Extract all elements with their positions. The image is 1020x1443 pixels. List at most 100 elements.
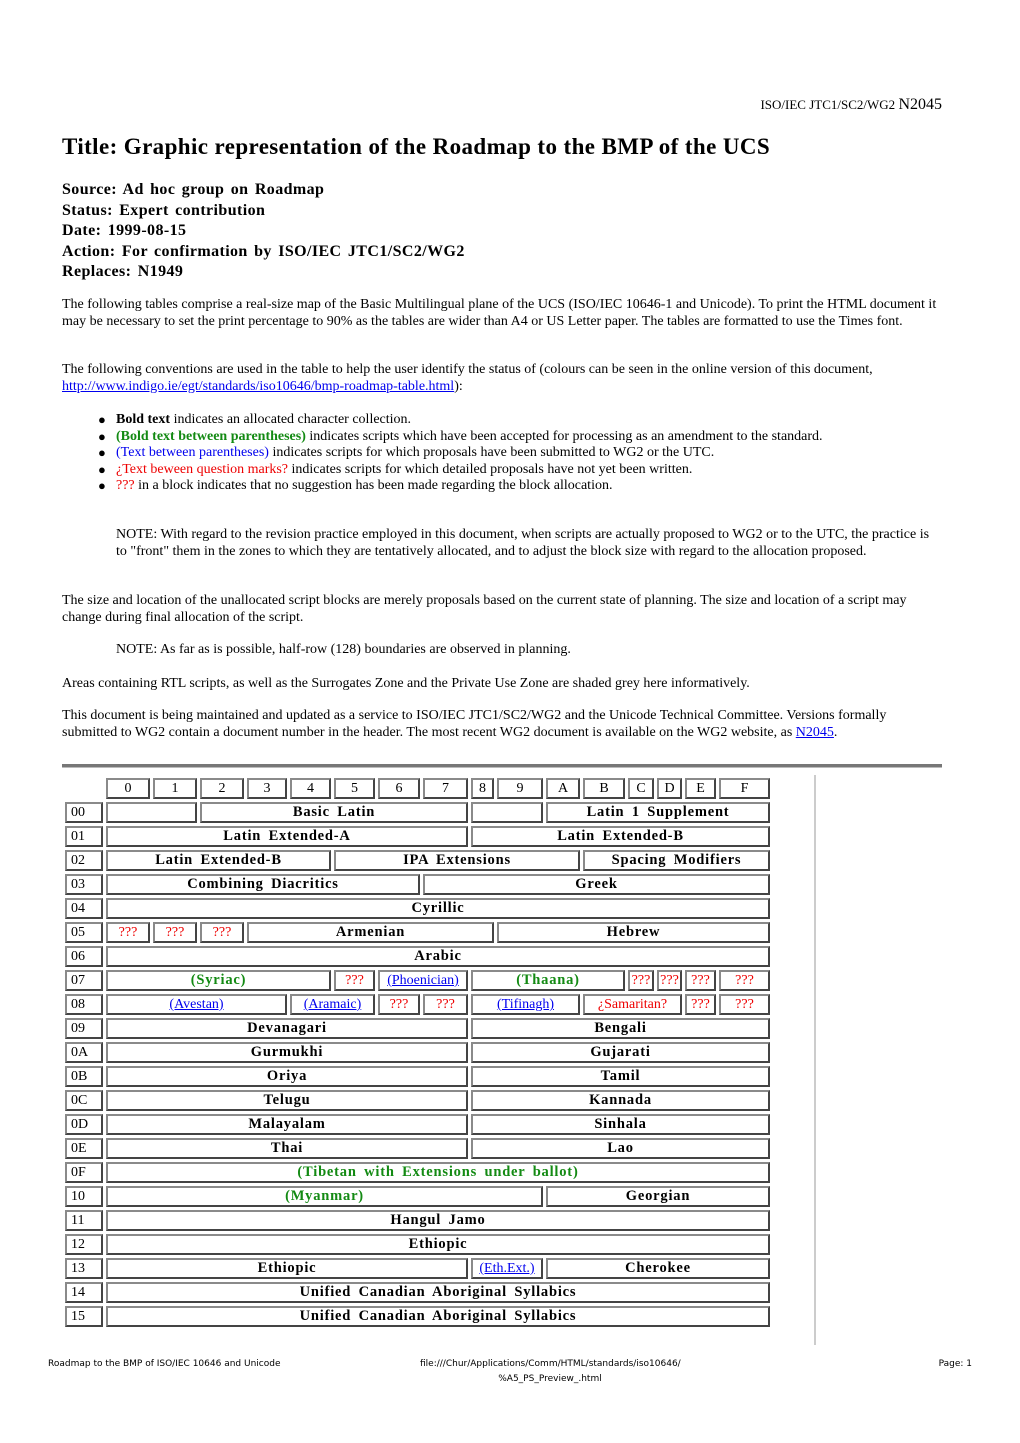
script-block-cell: (Eth.Ext.) (471, 1258, 543, 1279)
script-proposal-link[interactable]: (Aramaic) (304, 997, 362, 1012)
script-block-label: Sinhala (594, 1116, 647, 1132)
bullet-icon: ● (98, 445, 106, 460)
script-block-cell: Gujarati (471, 1042, 770, 1063)
script-block-label: Latin Extended-B (557, 828, 684, 844)
script-block-cell: (Syriac) (106, 970, 331, 991)
table-row: 0B Oriya Tamil (65, 1066, 770, 1087)
roadmap-table-container: 0 1 2 3 4 5 6 7 8 9 A B C D E F 00 Basic Latin Latin 1 Sup… (64, 775, 816, 1345)
script-block-cell (471, 802, 543, 823)
script-block-cell: ??? (423, 994, 468, 1015)
convention-item: ● (Text between parentheses) indicates sc… (62, 445, 942, 462)
script-proposal-link[interactable]: (Avestan) (169, 997, 223, 1012)
script-block-label: Oriya (266, 1068, 308, 1084)
script-block-label: (Thaana) (516, 972, 580, 988)
script-block-label: Armenian (335, 924, 406, 940)
script-block-label: Gurmukhi (250, 1044, 324, 1060)
row-header: 07 (65, 970, 103, 991)
script-block-label: ??? (660, 973, 679, 988)
meta-replaces: Replaces: N1949 (62, 262, 465, 283)
script-block-cell: Cyrillic (106, 898, 770, 919)
conventions-intro-end: ): (454, 378, 463, 394)
column-header-1: 1 (153, 778, 197, 799)
script-block-label: Spacing Modifiers (611, 852, 742, 868)
script-block-label: ??? (691, 973, 710, 988)
meta-value: Ad hoc group on Roadmap (122, 181, 325, 198)
n2045-link[interactable]: N2045 (796, 725, 834, 740)
column-header-7: 7 (423, 778, 468, 799)
script-block-label: Lao (607, 1140, 634, 1156)
script-block-cell: ??? (200, 922, 244, 943)
table-row: 11 Hangul Jamo (65, 1210, 770, 1231)
script-block-cell: Hangul Jamo (106, 1210, 770, 1231)
convention-item: ●??? in a block indicates that no sugges… (62, 478, 942, 495)
table-row: 13 Ethiopic (Eth.Ext.) Cherokee (65, 1258, 770, 1279)
script-proposal-link[interactable]: (Eth.Ext.) (479, 1261, 534, 1276)
convention-text: indicates scripts which have been accept… (305, 428, 823, 444)
column-header-c: C (628, 778, 654, 799)
table-row: 04 Cyrillic (65, 898, 770, 919)
footer-title: Roadmap to the BMP of ISO/IEC 10646 and … (48, 1359, 281, 1369)
row-header: 09 (65, 1018, 103, 1039)
row-header: 01 (65, 826, 103, 847)
row-header: 06 (65, 946, 103, 967)
meta-label: Action: (62, 242, 116, 260)
meta-value: For confirmation by ISO/IEC JTC1/SC2/WG2 (121, 242, 465, 260)
row-header: 04 (65, 898, 103, 919)
bullet-icon: ● (98, 412, 106, 427)
meta-label: Date: (62, 222, 102, 239)
script-block-cell: Malayalam (106, 1114, 468, 1135)
convention-text: indicates an allocated character collect… (170, 412, 412, 427)
paragraph-maintained: This document is being maintained and up… (62, 708, 942, 741)
script-block-cell: ??? (106, 922, 150, 943)
script-block-label: ??? (118, 925, 138, 940)
conventions-intro: The following conventions are used in th… (62, 362, 942, 395)
paragraph-rtl: Areas containing RTL scripts, as well as… (62, 676, 750, 691)
script-block-label: Ethiopic (408, 1236, 468, 1252)
script-block-label: IPA Extensions (403, 852, 511, 868)
table-row: 14 Unified Canadian Aboriginal Syllabics (65, 1282, 770, 1303)
script-block-label: Basic Latin (292, 804, 376, 820)
meta-action: Action: For confirmation by ISO/IEC JTC1… (62, 242, 465, 263)
script-block-cell: IPA Extensions (334, 850, 580, 871)
row-header: 14 (65, 1282, 103, 1303)
row-header: 03 (65, 874, 103, 895)
bullet-icon: ● (98, 478, 106, 493)
meta-value: N1949 (137, 263, 184, 280)
script-block-cell: Unified Canadian Aboriginal Syllabics (106, 1282, 770, 1303)
footer-file-path: file:///Chur/Applications/Comm/HTML/stan… (420, 1357, 681, 1387)
convention-marker: Bold text (116, 412, 171, 427)
convention-marker: (Bold text between parentheses) (116, 428, 306, 444)
script-block-label: Tamil (600, 1068, 641, 1084)
online-version-link[interactable]: http://www.indigo.ie/egt/standards/iso10… (62, 379, 454, 394)
intro-paragraph: The following tables comprise a real-siz… (62, 297, 937, 329)
script-block-cell: Latin Extended-B (471, 826, 770, 847)
table-row: 0E Thai Lao (65, 1138, 770, 1159)
script-block-label: Latin Extended-B (155, 852, 282, 868)
convention-text: indicates scripts for which proposals ha… (268, 445, 715, 460)
table-row: 02 Latin Extended-B IPA Extensions Spacing … (65, 850, 770, 871)
column-header-e: E (685, 778, 716, 799)
script-block-cell: Lao (471, 1138, 770, 1159)
document-metadata: Source: Ad hoc group on Roadmap Status: … (62, 180, 465, 283)
script-block-cell: Hebrew (497, 922, 770, 943)
script-block-cell: Ethiopic (106, 1258, 468, 1279)
meta-label: Replaces: (62, 263, 132, 280)
note-half-row: NOTE: As far as is possible, half-row (1… (116, 642, 571, 657)
script-block-label: Unified Canadian Aboriginal Syllabics (299, 1284, 577, 1300)
meta-value: 1999-08-15 (107, 222, 187, 239)
script-block-cell: ??? (153, 922, 197, 943)
column-header-6: 6 (378, 778, 420, 799)
script-proposal-link[interactable]: (Phoenician) (387, 973, 459, 988)
script-block-cell: ??? (628, 970, 654, 991)
row-header: 0D (65, 1114, 103, 1135)
script-block-cell: (Myanmar) (106, 1186, 543, 1207)
script-block-label: Latin 1 Supplement (586, 804, 730, 820)
row-header: 10 (65, 1186, 103, 1207)
doc-ref: ISO/IEC JTC1/SC2/WG2 (760, 97, 896, 112)
script-block-label: Combining Diacritics (187, 876, 339, 892)
script-block-cell: (Tifinagh) (471, 994, 580, 1015)
row-header: 08 (65, 994, 103, 1015)
script-block-cell: ??? (719, 970, 770, 991)
script-proposal-link[interactable]: (Tifinagh) (497, 997, 554, 1012)
table-row: 03 Combining Diacritics Greek (65, 874, 770, 895)
